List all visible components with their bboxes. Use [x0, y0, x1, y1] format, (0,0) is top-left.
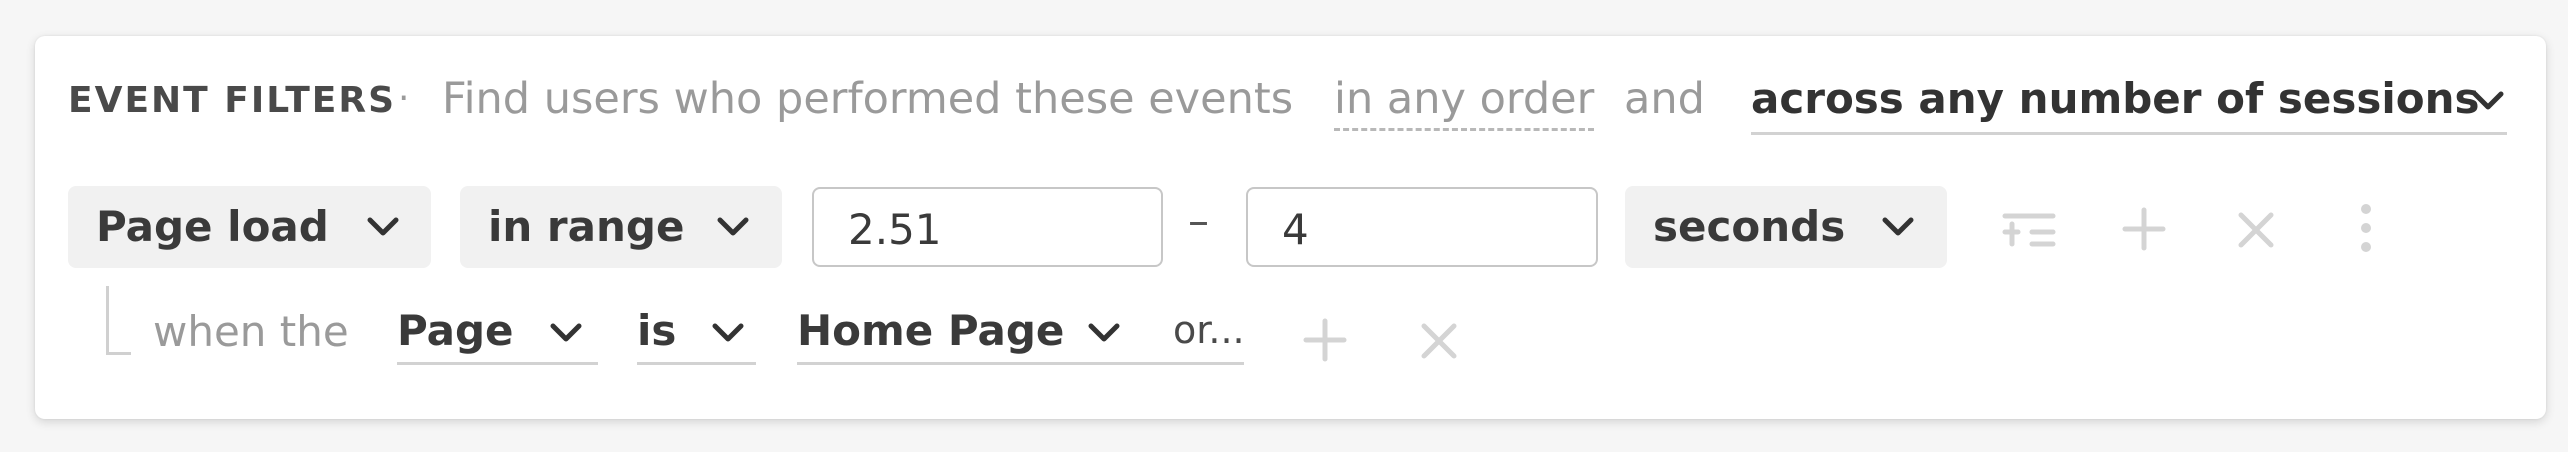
or-value-button[interactable]: or... [1173, 308, 1245, 352]
chevron-down-icon [1881, 216, 1915, 242]
plus-icon[interactable] [2122, 207, 2166, 251]
operator-select-label: in range [488, 202, 685, 251]
close-icon[interactable] [1420, 322, 1458, 360]
range-separator: – [1188, 196, 1209, 245]
chevron-down-icon [366, 216, 400, 242]
event-select-label: Page load [96, 202, 329, 251]
more-vertical-icon[interactable] [2359, 202, 2373, 254]
section-title: EVENT FILTERS [68, 80, 397, 121]
unit-select[interactable]: seconds [1625, 186, 1947, 268]
conjunction-label: and [1624, 74, 1705, 124]
filter-connector-line [106, 286, 131, 355]
property-select[interactable]: Page [397, 304, 598, 365]
property-filter-prefix: when the [153, 307, 349, 356]
range-min-value: 2.51 [848, 205, 942, 254]
event-select[interactable]: Page load [68, 186, 431, 268]
sessions-dropdown-label: across any number of sessions [1751, 74, 2480, 123]
property-value-label: Home Page [797, 306, 1065, 355]
range-max-value: 4 [1282, 205, 1309, 254]
title-separator: · [398, 78, 410, 119]
close-icon[interactable] [2237, 211, 2275, 249]
filter-add-icon[interactable] [2002, 209, 2056, 249]
event-filters-card: EVENT FILTERS · Find users who performed… [35, 36, 2546, 419]
chevron-down-icon [2471, 90, 2505, 116]
plus-icon[interactable] [1303, 318, 1347, 362]
filter-description: Find users who performed these events [442, 74, 1294, 124]
range-max-input[interactable]: 4 [1246, 187, 1598, 267]
property-operator-label: is [637, 306, 677, 355]
range-min-input[interactable]: 2.51 [812, 187, 1163, 267]
chevron-down-icon [549, 322, 583, 348]
property-operator-select[interactable]: is [637, 304, 756, 365]
chevron-down-icon [711, 322, 745, 348]
property-select-label: Page [397, 306, 514, 355]
order-dropdown[interactable]: in any order [1334, 74, 1595, 131]
operator-select[interactable]: in range [460, 186, 782, 268]
chevron-down-icon [716, 216, 750, 242]
unit-select-label: seconds [1653, 202, 1846, 251]
chevron-down-icon [1087, 322, 1121, 348]
sessions-dropdown[interactable]: across any number of sessions [1751, 70, 2507, 135]
property-value-select[interactable]: Home Page or... [797, 304, 1245, 365]
